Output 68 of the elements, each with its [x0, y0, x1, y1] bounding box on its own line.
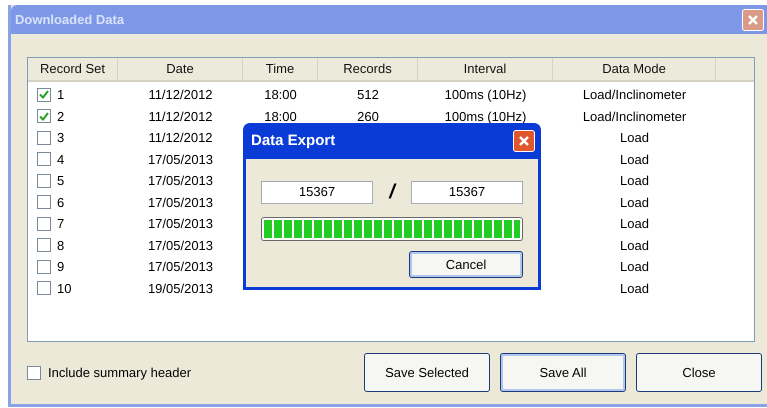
table-cell-text: Load: [620, 194, 649, 212]
table-cell-text: 10: [57, 280, 72, 298]
table-cell-text: 11/12/2012: [148, 129, 213, 147]
close-button[interactable]: [513, 130, 535, 152]
column-header[interactable]: Data Mode: [602, 59, 666, 79]
current-count-field[interactable]: 15367: [261, 180, 373, 204]
table-cell-text: 1: [57, 86, 64, 104]
table-cell-text: 17/05/2013: [148, 258, 214, 276]
table-cell-text: 11/12/2012: [148, 108, 213, 126]
row-checkbox[interactable]: [37, 88, 51, 102]
check-icon: [39, 90, 49, 100]
separator: /: [389, 180, 395, 205]
column-header[interactable]: Record Set: [40, 59, 106, 79]
table-cell-text: 2: [57, 108, 64, 126]
table-cell-text: Load: [620, 172, 649, 190]
column-header[interactable]: Interval: [464, 59, 506, 79]
table-cell-text: Load: [620, 215, 649, 233]
column-header[interactable]: Time: [266, 59, 294, 79]
table-cell-text: 17/05/2013: [148, 150, 214, 168]
total-count-field[interactable]: 15367: [411, 180, 523, 204]
row-checkbox[interactable]: [37, 260, 51, 274]
table-cell-text: Load: [620, 150, 649, 168]
table-cell-text: 100ms (10Hz): [444, 108, 526, 126]
table-cell-text: 17/05/2013: [148, 194, 214, 212]
column-header[interactable]: Records: [343, 59, 392, 79]
table-cell-text: 512: [357, 86, 379, 104]
table-cell-text: 17/05/2013: [148, 236, 214, 254]
dialog-button[interactable]: Close: [636, 353, 762, 392]
table-cell-text: 18:00: [264, 86, 297, 104]
table-cell-text: 17/05/2013: [148, 215, 214, 233]
table-cell-text: 18:00: [264, 108, 297, 126]
row-checkbox[interactable]: [37, 174, 51, 188]
table-cell-text: 5: [57, 172, 64, 190]
dialog-title: Data Export: [251, 130, 336, 151]
row-checkbox[interactable]: [37, 152, 51, 166]
check-icon: [39, 112, 49, 121]
table-cell-text: 100ms (10Hz): [444, 86, 526, 104]
row-checkbox[interactable]: [37, 238, 51, 252]
table-cell-text: Load: [620, 258, 649, 276]
window-title: Downloaded Data: [15, 10, 124, 29]
table-cell-text: Load/Inclinometer: [582, 86, 686, 104]
close-icon: [518, 135, 530, 147]
table-cell-text: 17/05/2013: [148, 172, 214, 190]
dialog-button[interactable]: Save All: [500, 353, 626, 392]
row-checkbox[interactable]: [37, 195, 51, 210]
table-cell-text: 3: [57, 129, 64, 147]
table-cell-text: 8: [57, 236, 64, 254]
close-icon: [747, 14, 759, 26]
table-cell-text: Load: [620, 236, 649, 254]
row-checkbox[interactable]: [37, 130, 51, 145]
table-cell-text: 4: [57, 150, 64, 168]
dialog-button[interactable]: Save Selected: [364, 353, 490, 392]
include-summary-header-checkbox[interactable]: Include summary header: [27, 362, 192, 382]
row-checkbox[interactable]: [37, 281, 51, 296]
table-cell-text: Load/Inclinometer: [582, 108, 686, 126]
table-cell-text: Load: [620, 129, 649, 147]
row-checkbox[interactable]: [37, 109, 51, 124]
table-cell-text: 6: [57, 194, 64, 212]
row-checkbox[interactable]: [37, 216, 51, 231]
cancel-button[interactable]: Cancel: [409, 251, 523, 278]
table-cell-text: 9: [57, 258, 64, 276]
table-cell-text: Load: [620, 280, 649, 298]
table-cell-text: 7: [57, 215, 64, 233]
table-cell-text: 11/12/2012: [148, 86, 213, 104]
table-cell-text: 19/05/2013: [148, 280, 214, 298]
column-header[interactable]: Date: [166, 59, 194, 79]
close-button[interactable]: [742, 8, 764, 30]
table-cell-text: 260: [357, 108, 379, 126]
